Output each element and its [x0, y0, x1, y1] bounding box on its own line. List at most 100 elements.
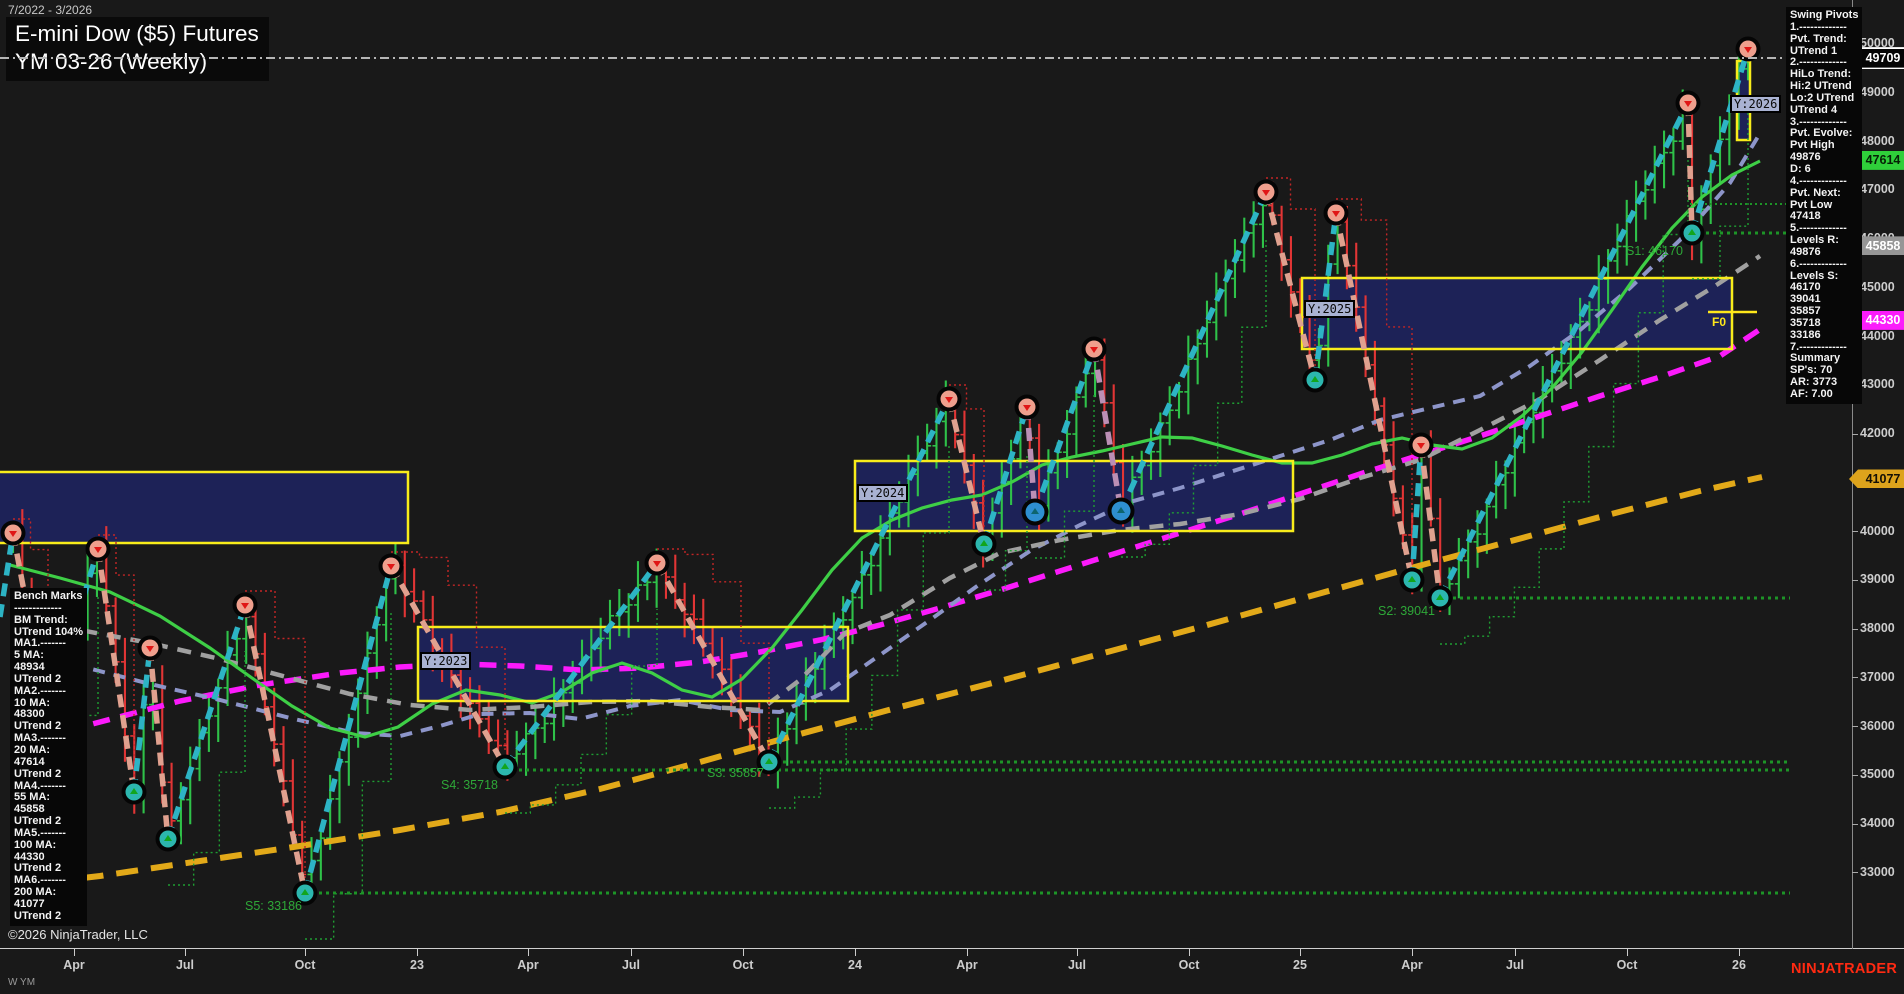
bench-marks-line: 100 MA: — [14, 840, 83, 852]
x-axis-scale[interactable] — [0, 949, 1852, 994]
y-axis-tick-label: 43000 — [1860, 377, 1895, 391]
x-axis-tick-label: Oct — [1172, 958, 1206, 972]
year-chip-Y-2024[interactable]: Y:2024 — [857, 484, 908, 502]
x-axis-tick-label: Jul — [1498, 958, 1532, 972]
year-box-borders[interactable] — [0, 61, 1750, 701]
price-tag-41077: 41077 — [1849, 469, 1904, 488]
x-axis-tick — [74, 949, 75, 956]
y-axis-tick — [1852, 629, 1858, 630]
x-axis-tick-label: Apr — [1395, 958, 1429, 972]
y-axis-tick — [1852, 726, 1858, 727]
support-label-S1: S1: 46170 — [1626, 244, 1683, 258]
copyright-label: ©2026 NinjaTrader, LLC — [8, 927, 148, 942]
y-axis-tick-label: 33000 — [1860, 865, 1895, 879]
year-chip-Y-2026[interactable]: Y:2026 — [1730, 95, 1781, 113]
x-axis-tick-label: Apr — [511, 958, 545, 972]
x-axis-tick-label: Jul — [1060, 958, 1094, 972]
f0-label: F0 — [1712, 315, 1726, 329]
swing-pivots-line: UTrend 4 — [1790, 105, 1858, 117]
swing-pivots-line: 49876 — [1790, 247, 1858, 259]
x-axis-line — [0, 948, 1904, 949]
x-axis-tick — [967, 949, 968, 956]
bench-marks-line: 47614 — [14, 757, 83, 769]
year-range-fill — [0, 472, 408, 543]
x-axis-tick — [1412, 949, 1413, 956]
x-axis-tick — [417, 949, 418, 956]
ninjatrader-logo: NINJATRADER — [1791, 961, 1897, 977]
x-axis-tick — [743, 949, 744, 956]
chart-title: E-mini Dow ($5) Futures YM 03-26 (Weekly… — [6, 17, 269, 81]
swing-pivots-line: Lo:2 UTrend — [1790, 93, 1858, 105]
year-box-fills — [0, 61, 1750, 701]
x-axis-tick-label: 23 — [400, 958, 434, 972]
x-axis-tick-label: 25 — [1283, 958, 1317, 972]
price-chart-canvas[interactable] — [0, 0, 1904, 994]
swing-pivots-line: 1.------------- — [1790, 22, 1858, 34]
support-label-S5: S5: 33186 — [245, 899, 302, 913]
y-axis-tick — [1852, 824, 1858, 825]
x-axis-tick-label: Apr — [950, 958, 984, 972]
y-axis-tick-label: 42000 — [1860, 426, 1895, 440]
y-axis-tick-label: 40000 — [1860, 524, 1895, 538]
zigzag-up-leg — [305, 566, 391, 893]
swing-pivots-line: AF: 7.00 — [1790, 389, 1858, 401]
swing-pivots-line: 6.------------- — [1790, 259, 1858, 271]
support-label-S2: S2: 39041 — [1378, 604, 1435, 618]
trail-stop-long — [168, 651, 245, 885]
x-axis-tick — [855, 949, 856, 956]
support-label-S4: S4: 35718 — [441, 778, 498, 792]
x-axis-tick-label: Oct — [726, 958, 760, 972]
x-axis-tick — [1300, 949, 1301, 956]
y-axis-tick — [1852, 580, 1858, 581]
chart-title-line1: E-mini Dow ($5) Futures — [15, 20, 259, 48]
x-axis-tick — [305, 949, 306, 956]
zigzag-up-leg — [1412, 445, 1421, 580]
date-range-label: 7/2022 - 3/2026 — [8, 3, 92, 17]
bench-marks-line: MA2.------- — [14, 686, 83, 698]
swing-pivots-line: 4.------------- — [1790, 176, 1858, 188]
support-label-S3: S3: 35857 — [707, 766, 764, 780]
last-price-dash-line — [0, 57, 1786, 59]
zigzag-up-leg — [134, 648, 150, 792]
swing-pivots-panel: Swing Pivots1.-------------Pvt. Trend:UT… — [1786, 7, 1862, 404]
series-label: W YM — [8, 977, 35, 988]
bench-marks-panel: Bench Marks-------------BM Trend:UTrend … — [10, 588, 87, 926]
bench-marks-line: ------------- — [14, 603, 83, 615]
year-chip-Y-2025[interactable]: Y:2025 — [1304, 300, 1355, 318]
x-axis-tick — [185, 949, 186, 956]
year-chip-Y-2023[interactable]: Y:2023 — [420, 652, 471, 670]
bench-marks-line: UTrend 2 — [14, 769, 83, 781]
x-axis-tick-label: 26 — [1722, 958, 1756, 972]
x-axis-tick — [1189, 949, 1190, 956]
y-axis-tick — [1852, 434, 1858, 435]
x-axis-tick-label: 24 — [838, 958, 872, 972]
swing-pivots-line: Pvt. Trend: — [1790, 34, 1858, 46]
y-axis-tick-label: 44000 — [1860, 329, 1895, 343]
x-axis-tick — [1515, 949, 1516, 956]
y-axis-tick-label: 34000 — [1860, 816, 1895, 830]
y-axis-tick-label: 39000 — [1860, 572, 1895, 586]
zigzag-down-leg — [150, 648, 168, 839]
bench-marks-line: 41077 — [14, 899, 83, 911]
swing-pivots-line: 33186 — [1790, 330, 1858, 342]
y-axis-tick-label: 47000 — [1860, 182, 1895, 196]
swing-pivots-line: Pvt. Next: — [1790, 188, 1858, 200]
y-axis-tick-label: 37000 — [1860, 670, 1895, 684]
bench-marks-line: UTrend 2 — [14, 911, 83, 923]
x-axis-tick — [1627, 949, 1628, 956]
bench-marks-line: UTrend 2 — [14, 674, 83, 686]
y-axis-tick — [1852, 531, 1858, 532]
y-axis-tick-label: 35000 — [1860, 767, 1895, 781]
x-axis-tick-label: Apr — [57, 958, 91, 972]
x-axis-tick-label: Oct — [288, 958, 322, 972]
y-axis-tick — [1852, 775, 1858, 776]
bench-marks-line: MA5.------- — [14, 828, 83, 840]
y-axis-tick — [1852, 677, 1858, 678]
zigzag-up-leg — [168, 605, 245, 839]
chart-title-line2: YM 03-26 (Weekly) — [15, 48, 259, 76]
x-axis-tick — [528, 949, 529, 956]
y-axis-tick-label: 36000 — [1860, 719, 1895, 733]
x-axis-tick-label: Oct — [1610, 958, 1644, 972]
swing-pivots-line: 35718 — [1790, 318, 1858, 330]
x-axis-tick-label: Jul — [168, 958, 202, 972]
